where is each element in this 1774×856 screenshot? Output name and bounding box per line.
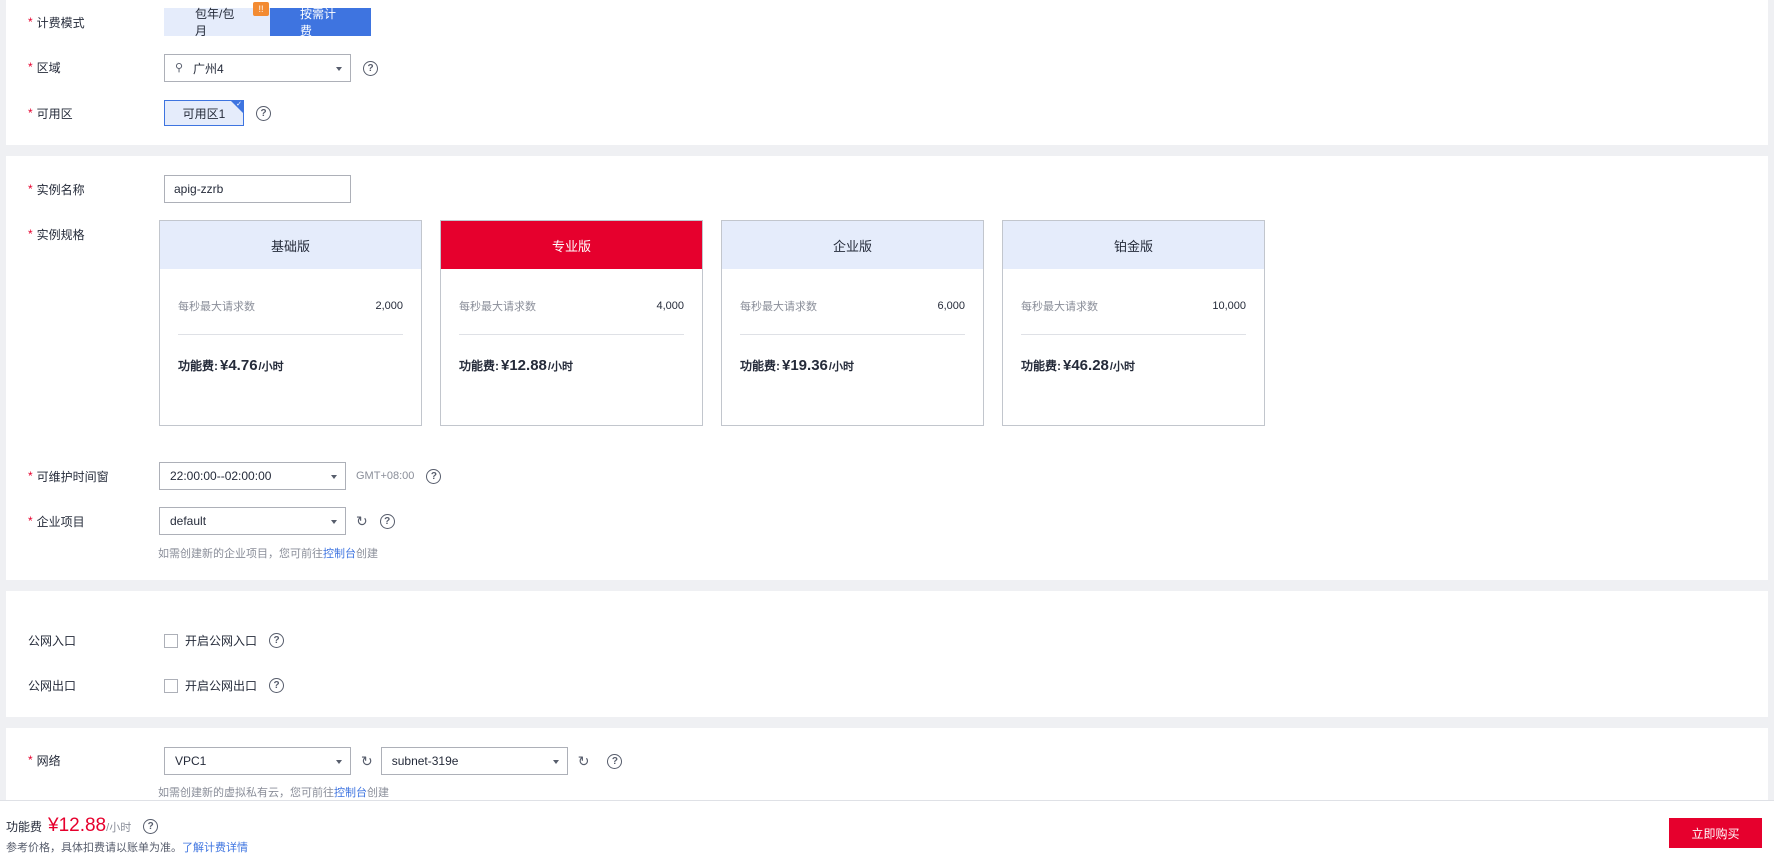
refresh-icon[interactable]: ↻ (361, 753, 373, 770)
billing-on-demand-button[interactable]: 按需计费 (270, 7, 371, 38)
spec-value: 10,000 (1212, 300, 1246, 312)
help-icon[interactable]: ? (363, 60, 378, 76)
refresh-icon[interactable]: ↻ (356, 513, 368, 530)
billing-label: * 计费模式 (28, 15, 85, 30)
buy-now-button[interactable]: 立即购买 (1669, 818, 1762, 848)
spec-card-platinum[interactable]: 铂金版 每秒最大请求数 10,000 功能费: ¥46.28/小时 (1002, 220, 1265, 426)
region-label: * 区域 (28, 60, 61, 75)
maintenance-row: 22:00:00--02:00:00 GMT+08:00 ? (159, 462, 442, 490)
fee-unit: /小时 (106, 822, 132, 834)
chevron-down-icon (336, 760, 342, 764)
help-icon[interactable]: ? (143, 818, 159, 834)
help-icon[interactable]: ? (379, 513, 395, 529)
instance-name-row: apig-zzrb (164, 175, 351, 203)
billing-details-link[interactable]: 了解计费详情 (182, 842, 248, 854)
public-in-checkbox[interactable] (164, 633, 178, 648)
public-network-card: 公网入口 开启公网入口 ? 公网出口 开启公网出口 ? (6, 591, 1768, 717)
public-out-checkbox[interactable] (164, 678, 178, 693)
public-out-label: 公网出口 (28, 678, 77, 693)
fee-value: ¥12.88 (48, 815, 107, 836)
maintenance-window-select[interactable]: 22:00:00--02:00:00 (159, 462, 346, 490)
console-link[interactable]: 控制台 (334, 787, 367, 799)
help-icon[interactable]: ? (256, 105, 271, 121)
spec-key: 每秒最大请求数 (1021, 301, 1098, 313)
spec-key: 每秒最大请求数 (459, 301, 536, 313)
spec-price: 功能费: ¥46.28/小时 (1021, 357, 1135, 374)
subnet-select[interactable]: subnet-319e (380, 747, 568, 775)
spec-title: 基础版 (160, 221, 421, 269)
divider (740, 334, 965, 335)
spec-value: 6,000 (937, 300, 965, 312)
public-in-label: 公网入口 (28, 633, 77, 648)
maintenance-value: 22:00:00--02:00:00 (170, 469, 272, 483)
chevron-down-icon (552, 760, 559, 764)
chevron-down-icon (336, 67, 342, 71)
spec-key: 每秒最大请求数 (740, 301, 817, 313)
console-link[interactable]: 控制台 (323, 548, 356, 560)
chevron-down-icon (331, 475, 337, 479)
spec-key: 每秒最大请求数 (178, 301, 255, 313)
promo-badge-icon: !! (253, 2, 269, 16)
divider (459, 334, 684, 335)
az-value: 可用区1 (182, 106, 226, 121)
public-in-checkbox-label: 开启公网入口 (185, 634, 258, 648)
spec-title: 专业版 (441, 221, 702, 269)
spec-card-basic[interactable]: 基础版 每秒最大请求数 2,000 功能费: ¥4.76/小时 (159, 220, 422, 426)
az-option-button[interactable]: 可用区1 ✓ (164, 100, 244, 126)
help-icon[interactable]: ? (269, 678, 285, 693)
vpc-select[interactable]: VPC1 (164, 747, 351, 775)
enterprise-project-select[interactable]: default (159, 507, 346, 535)
location-pin-icon: ⚲ (175, 62, 184, 74)
region-select[interactable]: ⚲ 广州4 (164, 54, 351, 82)
help-icon[interactable]: ? (607, 753, 623, 769)
region-value: 广州4 (193, 61, 224, 76)
divider (1021, 334, 1246, 335)
region-row: ⚲ 广州4 ? (164, 54, 378, 82)
timezone-text: GMT+08:00 (356, 470, 415, 482)
spec-price: 功能费: ¥19.36/小时 (740, 357, 854, 374)
fee-label: 功能费 (6, 820, 43, 834)
order-footer: 功能费 ¥12.88 /小时 ? 参考价格，具体扣费请以账单为准。了解计费详情 … (0, 800, 1774, 856)
vpc-value: VPC1 (175, 754, 207, 768)
price-note: 参考价格，具体扣费请以账单为准。了解计费详情 (6, 842, 248, 854)
fee-summary: 功能费 ¥12.88 /小时 ? (6, 815, 159, 837)
instance-name-input[interactable]: apig-zzrb (164, 175, 351, 203)
spec-price: 功能费: ¥12.88/小时 (459, 357, 573, 374)
spec-card-professional[interactable]: 专业版 每秒最大请求数 4,000 功能费: ¥12.88/小时 (440, 220, 703, 426)
help-icon[interactable]: ? (269, 633, 285, 648)
vpc-hint: 如需创建新的虚拟私有云，您可前往控制台创建 (158, 787, 389, 799)
spec-title: 铂金版 (1003, 221, 1264, 269)
help-icon[interactable]: ? (426, 468, 442, 484)
spec-price: 功能费: ¥4.76/小时 (178, 357, 284, 374)
divider (178, 334, 403, 335)
maintenance-label: * 可维护时间窗 (28, 469, 109, 484)
spec-card-enterprise[interactable]: 企业版 每秒最大请求数 6,000 功能费: ¥19.36/小时 (721, 220, 984, 426)
instance-spec-label: * 实例规格 (28, 227, 85, 242)
spec-title: 企业版 (722, 221, 983, 269)
public-out-row: 开启公网出口 ? (164, 677, 285, 694)
enterprise-project-label: * 企业项目 (28, 514, 85, 529)
public-out-checkbox-label: 开启公网出口 (185, 679, 258, 693)
network-card: * 网络 VPC1 ↻ subnet-319e ↻ ? 如需创建新的虚拟私有云，您… (6, 728, 1768, 800)
instance-name-label: * 实例名称 (28, 182, 85, 197)
enterprise-project-row: default ↻ ? (159, 507, 395, 535)
az-row: 可用区1 ✓ ? (164, 100, 271, 126)
az-label: * 可用区 (28, 106, 73, 121)
chevron-down-icon (331, 520, 337, 524)
network-label: * 网络 (28, 753, 61, 768)
spec-value: 4,000 (656, 300, 684, 312)
refresh-icon[interactable]: ↻ (578, 753, 590, 770)
spec-value: 2,000 (375, 300, 403, 312)
subnet-value: subnet-319e (391, 754, 459, 768)
enterprise-project-value: default (170, 514, 207, 528)
basic-config-card: * 计费模式 包年/包月 按需计费 !! * 区域 ⚲ 广州4 ? * 可用区 可用区… (6, 0, 1768, 145)
enterprise-project-hint: 如需创建新的企业项目，您可前往控制台创建 (158, 548, 378, 560)
check-icon: ✓ (236, 101, 242, 108)
public-in-row: 开启公网入口 ? (164, 632, 285, 649)
network-row: VPC1 ↻ subnet-319e ↻ ? (164, 747, 623, 775)
